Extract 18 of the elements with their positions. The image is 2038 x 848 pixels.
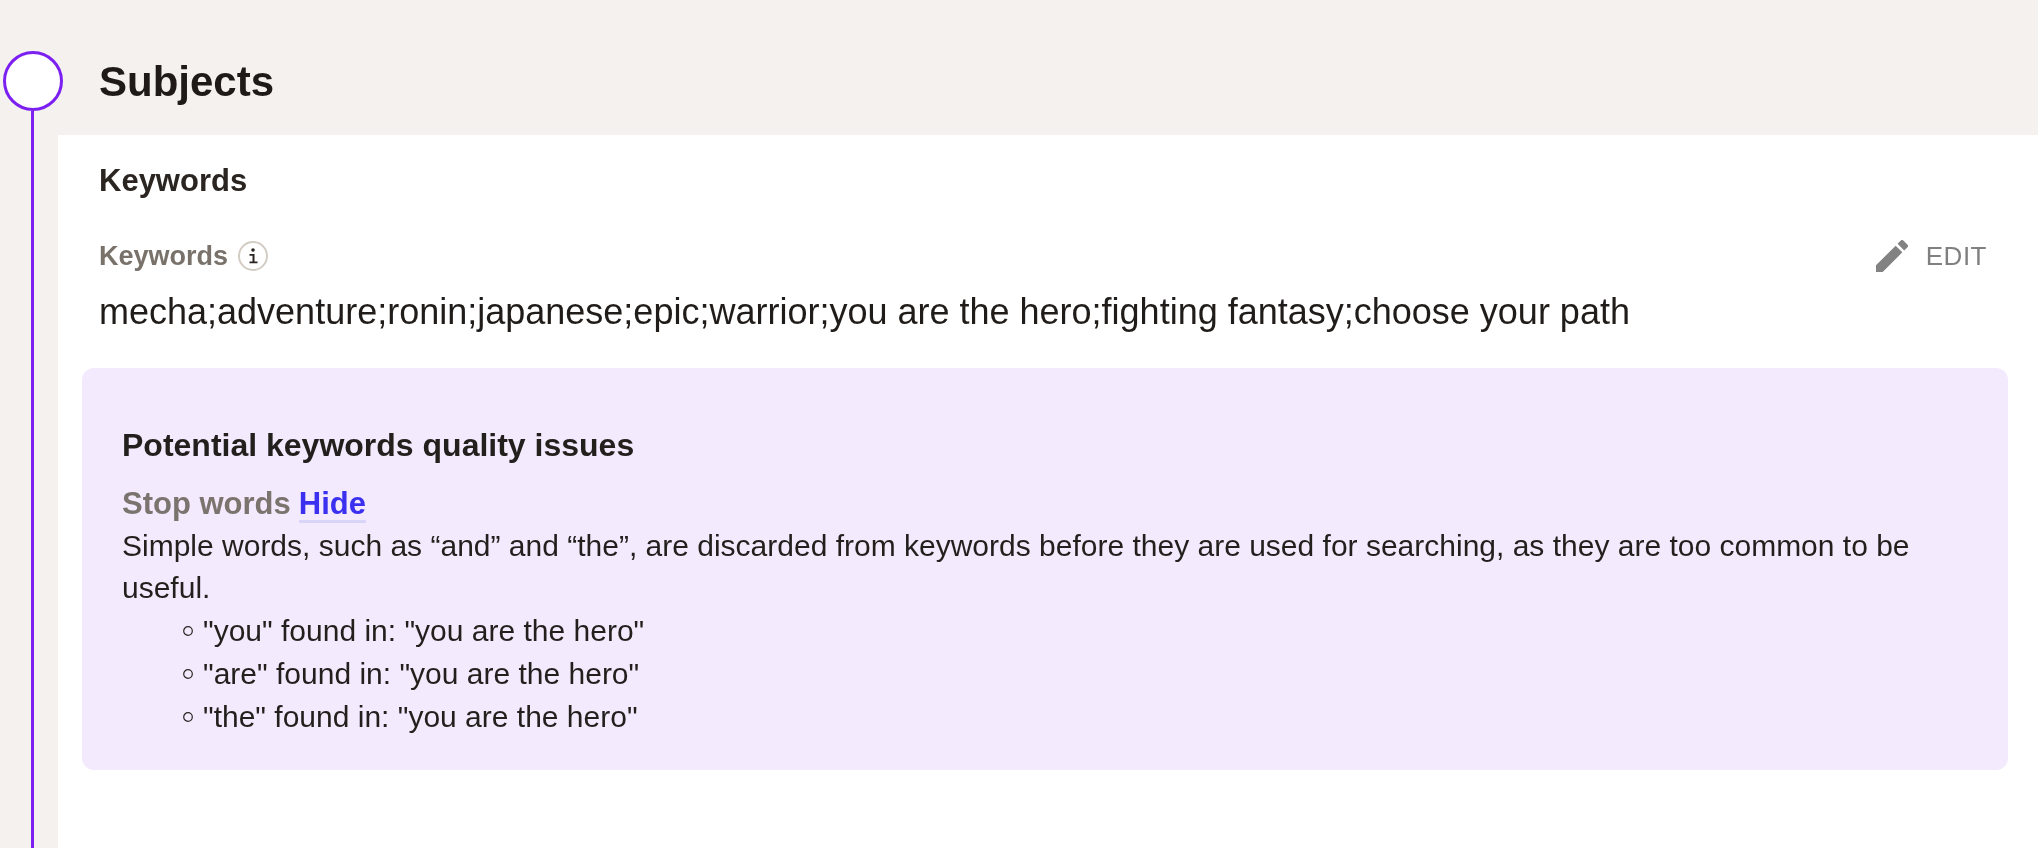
keywords-value: mecha;adventure;ronin;japanese;epic;warrior;you are the hero;fighting fantasy;choose your path xyxy=(99,290,1630,334)
bullet-icon xyxy=(183,668,193,679)
list-item: "are" found in: "you are the hero" xyxy=(203,656,640,692)
issue-description: Simple words, such as “and” and “the”, are discarded from keywords before they are used for searching, as they are too common to be useful. xyxy=(122,528,1911,606)
list-item: "the" found in: "you are the hero" xyxy=(203,699,638,735)
hide-link[interactable]: Hide xyxy=(298,488,366,523)
issues-title: Potential keywords quality issues xyxy=(122,426,635,465)
edit-button[interactable]: EDIT xyxy=(1875,240,1987,272)
step-marker-icon xyxy=(3,51,63,111)
section-title: Subjects xyxy=(99,57,275,107)
list-item: "you" found in: "you are the hero" xyxy=(203,613,645,649)
issue-category: Stop words xyxy=(122,485,291,523)
field-label: Keywords xyxy=(99,240,229,273)
bullet-icon xyxy=(183,711,193,722)
bullet-icon xyxy=(183,625,193,636)
pencil-icon xyxy=(1875,240,1908,272)
info-icon[interactable] xyxy=(238,241,269,271)
section-heading: Keywords xyxy=(99,162,248,200)
